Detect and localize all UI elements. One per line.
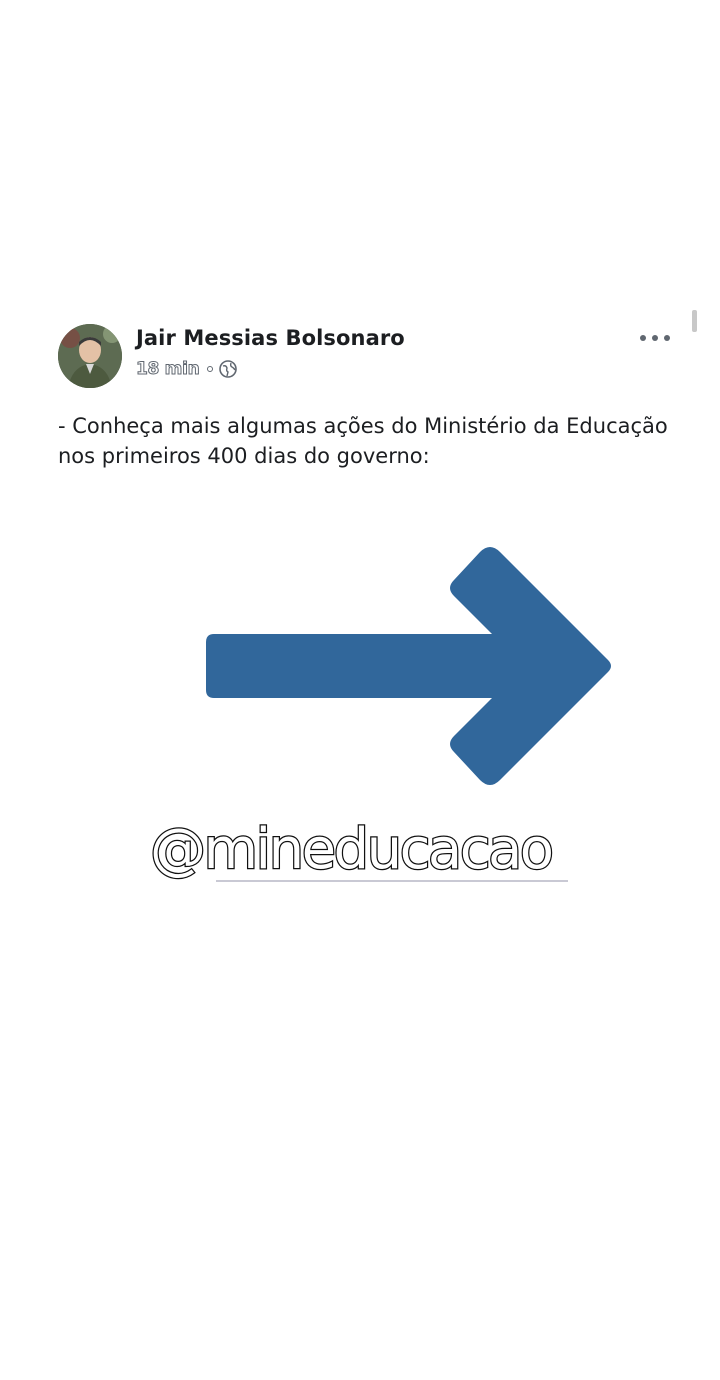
handle-text: @mineducacao (149, 816, 556, 884)
author-name[interactable]: Jair Messias Bolsonaro (136, 326, 405, 350)
post-text-line: nos primeiros 400 dias do governo: (58, 444, 430, 468)
separator-dot (207, 366, 214, 372)
avatar[interactable] (58, 324, 122, 388)
post-timestamp[interactable]: 18 min (135, 359, 200, 380)
more-options-button[interactable] (640, 330, 670, 346)
post-text: - Conheça mais algumas ações do Ministér… (58, 411, 688, 471)
scroll-indicator[interactable] (692, 310, 697, 332)
handle-underline (216, 880, 568, 882)
avatar-image (58, 324, 122, 388)
post-text-line: - Conheça mais algumas ações do Ministér… (58, 414, 668, 438)
arrow-right-icon (200, 538, 620, 794)
post-header: Jair Messias Bolsonaro 18 min (58, 322, 678, 392)
more-options-icon-dot (640, 335, 646, 341)
globe-icon (219, 360, 238, 378)
more-options-icon-dot (664, 335, 670, 341)
instagram-handle[interactable]: @mineducacao (149, 810, 580, 890)
more-options-icon-dot (652, 335, 658, 341)
post-meta: 18 min (135, 358, 238, 380)
